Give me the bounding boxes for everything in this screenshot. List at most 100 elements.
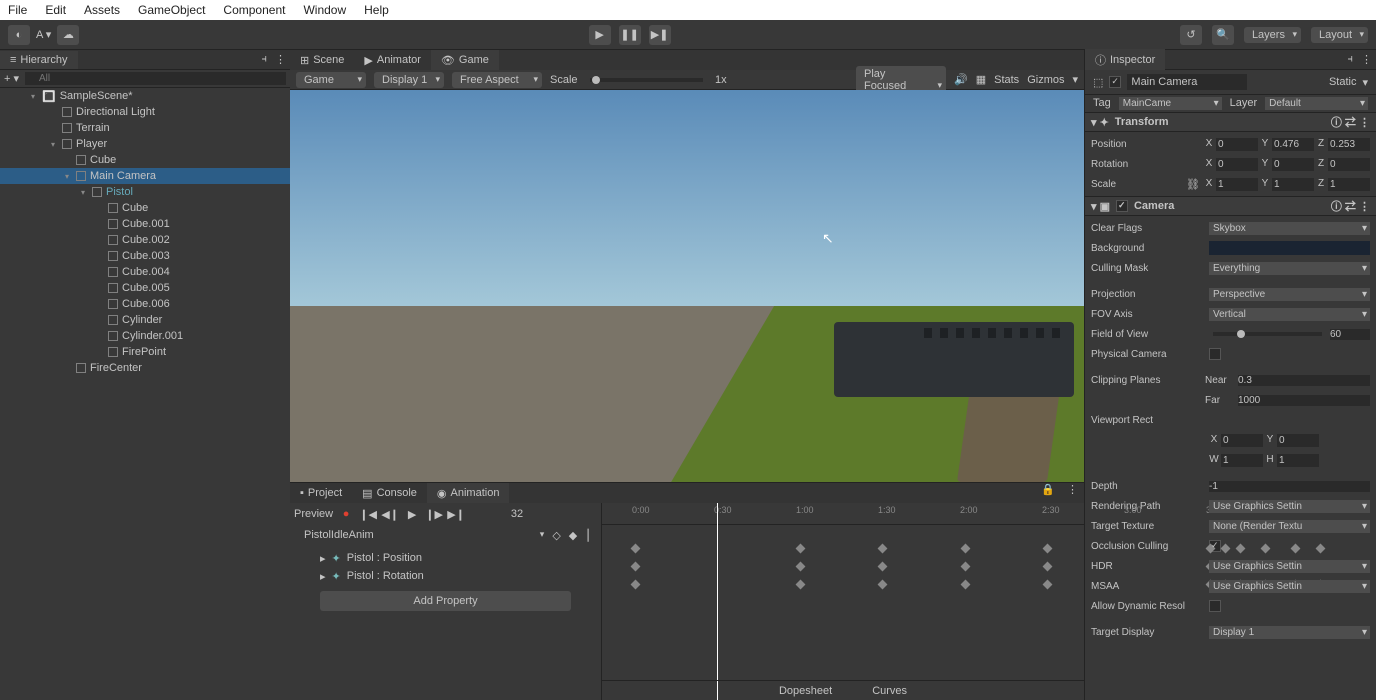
first-frame-button[interactable]: ❙◀ xyxy=(359,508,377,521)
keyframe[interactable] xyxy=(796,580,806,590)
anim-property-row[interactable]: ▸✦Pistol : Position xyxy=(290,549,601,567)
create-dropdown[interactable]: + ▾ xyxy=(4,72,19,85)
vp-w[interactable] xyxy=(1221,454,1263,467)
hierarchy-search[interactable] xyxy=(25,72,286,85)
background-color[interactable] xyxy=(1209,241,1370,255)
near-field[interactable] xyxy=(1238,375,1370,386)
camera-enable-checkbox[interactable] xyxy=(1116,200,1128,212)
panel-menu-icon[interactable]: ⋮ xyxy=(271,53,290,66)
camera-component-header[interactable]: ▾ ▣ Cameraⓘ ⇄ ⋮ xyxy=(1085,196,1376,216)
target-texture-field[interactable]: None (Render Textu xyxy=(1209,520,1370,533)
keyframe[interactable] xyxy=(631,562,641,572)
hierarchy-item[interactable]: Cube.001 xyxy=(0,216,290,232)
hierarchy-scene[interactable]: ▾🔳 SampleScene* xyxy=(0,88,290,104)
keyframe[interactable] xyxy=(961,580,971,590)
scl-x[interactable] xyxy=(1216,178,1258,191)
add-keyframe-icon[interactable]: ◇ xyxy=(548,529,564,542)
static-dropdown-icon[interactable]: ▾ xyxy=(1362,76,1368,89)
menu-window[interactable]: Window xyxy=(303,3,346,17)
undo-history-icon[interactable]: ↺ xyxy=(1180,25,1202,45)
keyframe[interactable] xyxy=(1043,562,1053,572)
keyframe[interactable] xyxy=(961,544,971,554)
rot-x[interactable] xyxy=(1216,158,1258,171)
vp-x[interactable] xyxy=(1221,434,1263,447)
projection-dropdown[interactable]: Perspective xyxy=(1209,288,1370,301)
fov-field[interactable] xyxy=(1330,329,1370,340)
hierarchy-item[interactable]: FireCenter xyxy=(0,360,290,376)
hierarchy-item[interactable]: Cube.005 xyxy=(0,280,290,296)
aspect-dropdown[interactable]: Free Aspect xyxy=(452,72,542,88)
tab-project[interactable]: ▪ Project xyxy=(290,483,352,503)
tab-console[interactable]: ▤ Console xyxy=(352,483,427,503)
keyframe[interactable] xyxy=(796,544,806,554)
hierarchy-item[interactable]: Terrain xyxy=(0,120,290,136)
step-button[interactable]: ▶❚ xyxy=(649,25,671,45)
gameobject-name-field[interactable] xyxy=(1127,74,1247,90)
hierarchy-item[interactable]: Cube xyxy=(0,152,290,168)
hierarchy-tab[interactable]: ≡ Hierarchy xyxy=(0,51,78,69)
tab-animator[interactable]: ▶ Animator xyxy=(354,50,431,70)
target-display-dropdown[interactable]: Display 1 xyxy=(1209,626,1370,639)
rendering-path-dropdown[interactable]: Use Graphics Settin xyxy=(1209,500,1370,513)
vp-h[interactable] xyxy=(1277,454,1319,467)
menu-help[interactable]: Help xyxy=(364,3,389,17)
keyframe[interactable] xyxy=(1043,580,1053,590)
keyframe[interactable] xyxy=(878,544,888,554)
hierarchy-item[interactable]: ▾Pistol xyxy=(0,184,290,200)
keyframe[interactable] xyxy=(878,562,888,572)
dyn-res-checkbox[interactable] xyxy=(1209,600,1221,612)
cloud-icon[interactable]: ☁ xyxy=(57,25,79,45)
hierarchy-item[interactable]: Cube xyxy=(0,200,290,216)
menu-edit[interactable]: Edit xyxy=(45,3,66,17)
pos-y[interactable] xyxy=(1272,138,1314,151)
record-button[interactable]: ● xyxy=(337,508,355,520)
layout-dropdown[interactable]: Layout xyxy=(1311,27,1368,43)
display-dropdown[interactable]: Display 1 xyxy=(374,72,444,88)
scl-z[interactable] xyxy=(1328,178,1370,191)
clip-dropdown[interactable]: PistolIdleAnim xyxy=(296,527,548,543)
search-icon[interactable]: 🔍 xyxy=(1212,25,1234,45)
anim-property-row[interactable]: ▸✦Pistol : Rotation xyxy=(290,567,601,585)
keyframe[interactable] xyxy=(878,580,888,590)
keyframe[interactable] xyxy=(631,580,641,590)
prev-key-button[interactable]: ◀❙ xyxy=(381,508,399,521)
menu-assets[interactable]: Assets xyxy=(84,3,120,17)
frame-field[interactable]: 32 xyxy=(469,508,529,520)
scl-y[interactable] xyxy=(1272,178,1314,191)
hierarchy-item[interactable]: Cube.004 xyxy=(0,264,290,280)
scale-slider[interactable] xyxy=(590,78,703,82)
layers-dropdown[interactable]: Layers xyxy=(1244,27,1301,43)
anim-menu-icon[interactable]: ⋮ xyxy=(1061,483,1084,503)
vp-y[interactable] xyxy=(1277,434,1319,447)
keyframe-area[interactable] xyxy=(602,525,1084,665)
anim-play-button[interactable]: ▶ xyxy=(403,508,421,521)
inspector-menu-icon[interactable]: ⋮ xyxy=(1357,53,1376,66)
fov-axis-dropdown[interactable]: Vertical xyxy=(1209,308,1370,321)
hierarchy-item[interactable]: Cube.006 xyxy=(0,296,290,312)
tab-animation[interactable]: ◉ Animation xyxy=(427,483,510,503)
add-property-button[interactable]: Add Property xyxy=(320,591,571,611)
hierarchy-item[interactable]: Cylinder.001 xyxy=(0,328,290,344)
play-button[interactable]: ▶ xyxy=(589,25,611,45)
pos-x[interactable] xyxy=(1216,138,1258,151)
inspector-lock-icon[interactable]: ⫞ xyxy=(1344,53,1358,66)
keyframe[interactable] xyxy=(961,562,971,572)
inspector-tab[interactable]: ⓘ Inspector xyxy=(1085,49,1165,71)
curves-tab[interactable]: Curves xyxy=(872,685,907,697)
hierarchy-item[interactable]: Cube.002 xyxy=(0,232,290,248)
culling-mask-dropdown[interactable]: Everything xyxy=(1209,262,1370,275)
hierarchy-item[interactable]: Directional Light xyxy=(0,104,290,120)
tab-game[interactable]: 👁 Game xyxy=(431,50,499,70)
stats-toggle[interactable]: Stats xyxy=(994,74,1019,86)
pause-button[interactable]: ❚❚ xyxy=(619,25,641,45)
keyframe[interactable] xyxy=(796,562,806,572)
scale-link-icon[interactable]: ⛓ xyxy=(1186,178,1200,191)
far-field[interactable] xyxy=(1238,395,1370,406)
next-key-button[interactable]: ❙▶ xyxy=(425,508,443,521)
transform-component-header[interactable]: ▾ ✦ Transformⓘ ⇄ ⋮ xyxy=(1085,112,1376,132)
add-event-icon[interactable]: ◆ xyxy=(565,529,581,542)
hdr-dropdown[interactable]: Use Graphics Settin xyxy=(1209,560,1370,573)
audio-icon[interactable]: 🔊 xyxy=(954,73,968,86)
hierarchy-item[interactable]: ▾Player xyxy=(0,136,290,152)
clear-flags-dropdown[interactable]: Skybox xyxy=(1209,222,1370,235)
